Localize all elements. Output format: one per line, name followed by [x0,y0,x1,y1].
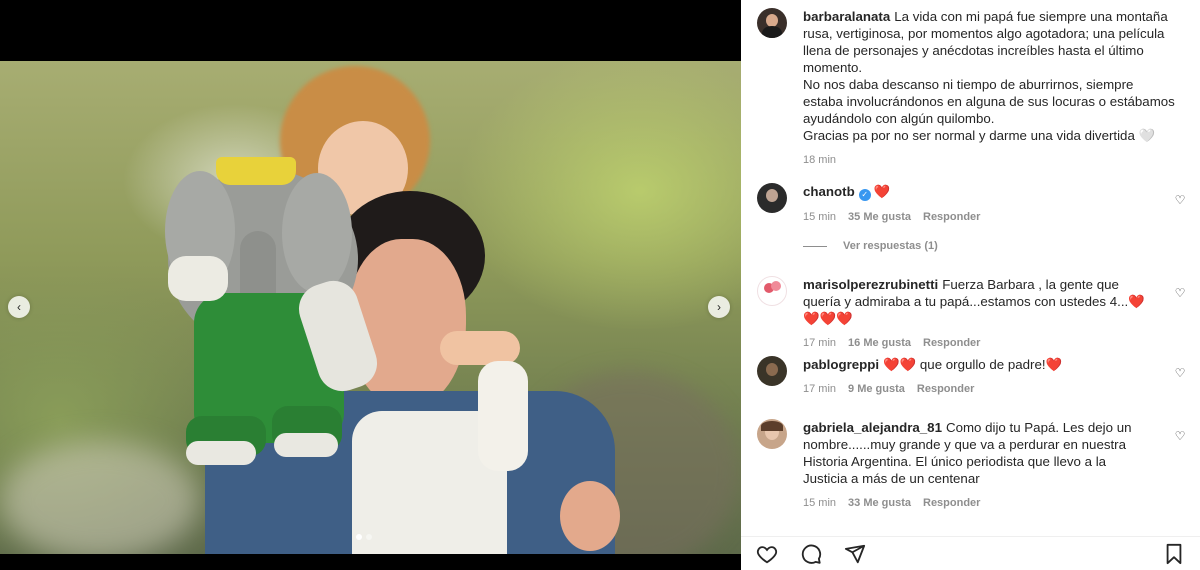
carousel-dots [356,534,372,540]
carousel-dot [356,534,362,540]
avatar[interactable] [757,356,787,386]
comment-text: ❤️❤️ que orgullo de padre!❤️ [883,357,1063,372]
comment-item: pablogreppi ❤️❤️ que orgullo de padre!❤️ … [757,356,1187,398]
heart-outline-icon [756,545,778,563]
verified-badge-icon: ✓ [858,188,871,201]
avatar[interactable] [757,8,787,38]
instagram-post: ‹ › barbaralanata La vida con mi papá fue… [0,0,1200,570]
comment-likes[interactable]: 35 Me gusta [848,209,911,226]
comment-username[interactable]: pablogreppi [803,357,879,372]
avatar[interactable] [757,419,787,449]
send-icon [844,544,866,563]
comment-username[interactable]: gabriela_alejandra_81 [803,420,942,435]
view-replies-button[interactable]: Ver respuestas (1) [803,240,938,252]
comment-time[interactable]: 17 min [803,381,836,398]
reply-button[interactable]: Responder [923,335,980,352]
reply-button[interactable]: Responder [917,381,974,398]
avatar[interactable] [757,183,787,213]
comment-item: chanotb ✓ ❤️ 15 min 35 Me gusta Responder … [757,183,1187,226]
comment-likes[interactable]: 33 Me gusta [848,495,911,512]
comments-scroll-area[interactable]: barbaralanata La vida con mi papá fue sie… [741,0,1200,536]
avatar[interactable] [757,276,787,306]
bookmark-icon [1166,543,1182,564]
next-photo-button[interactable]: › [708,296,730,318]
caption-text-line: No nos daba descanso ni tiempo de aburri… [803,77,1175,126]
previous-photo-button[interactable]: ‹ [8,296,30,318]
caption-time[interactable]: 18 min [803,152,836,169]
comment-time[interactable]: 15 min [803,209,836,226]
view-replies-label: Ver respuestas (1) [843,240,938,252]
like-button[interactable] [755,542,779,566]
post-media: ‹ › [0,0,741,570]
comment-time[interactable]: 15 min [803,495,836,512]
comment-item: gabriela_alejandra_81 Como dijo tu Papá. … [757,419,1187,512]
comment-button[interactable] [799,542,823,566]
like-comment-icon[interactable]: ♡ [1173,366,1187,380]
share-button[interactable] [843,542,867,566]
reply-button[interactable]: Responder [923,495,980,512]
caption-username[interactable]: barbaralanata [803,9,890,24]
comment-time[interactable]: 17 min [803,335,836,352]
like-comment-icon[interactable]: ♡ [1173,193,1187,207]
chevron-right-icon: › [717,300,721,314]
comment-text: ❤️ [873,184,891,199]
comment-item: marisolperezrubinetti Fuerza Barbara , la… [757,276,1187,352]
post-actions-bar [741,536,1200,570]
like-comment-icon[interactable]: ♡ [1173,429,1187,443]
like-comment-icon[interactable]: ♡ [1173,286,1187,300]
chevron-left-icon: ‹ [17,300,21,314]
divider-line [803,245,827,247]
caption: barbaralanata La vida con mi papá fue sie… [757,8,1187,169]
comment-likes[interactable]: 9 Me gusta [848,381,905,398]
reply-button[interactable]: Responder [923,209,980,226]
comment-likes[interactable]: 16 Me gusta [848,335,911,352]
comments-panel: barbaralanata La vida con mi papá fue sie… [741,0,1200,570]
carousel-dot [366,534,372,540]
save-button[interactable] [1162,542,1186,566]
caption-text-line: Gracias pa por no ser normal y darme una… [803,128,1156,143]
post-photo[interactable] [0,61,741,554]
comment-icon [801,544,822,564]
comment-username[interactable]: chanotb [803,184,855,199]
comment-username[interactable]: marisolperezrubinetti [803,277,938,292]
